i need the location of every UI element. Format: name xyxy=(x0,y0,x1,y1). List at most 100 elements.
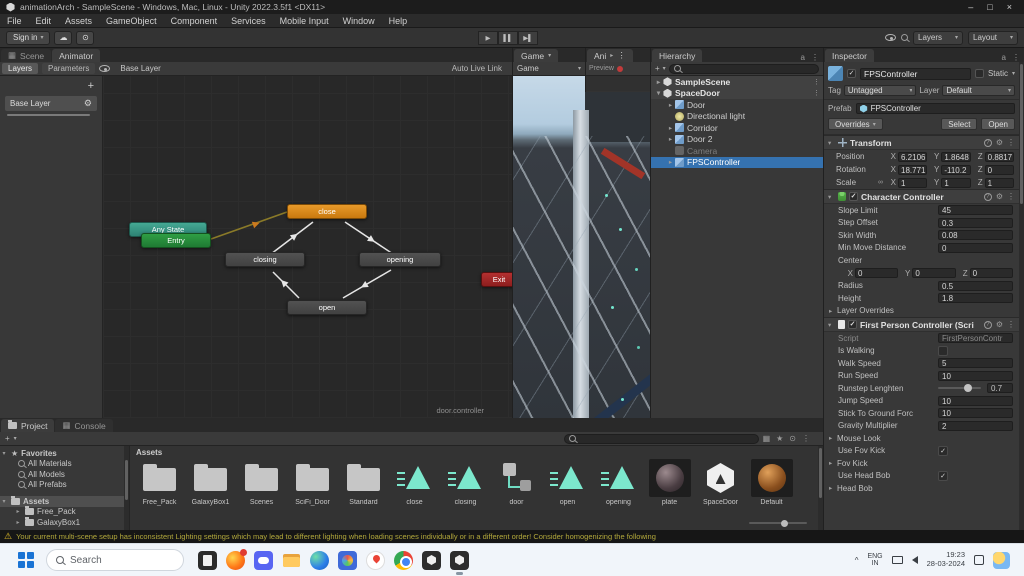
tab-scene[interactable]: ▦ Scene xyxy=(1,49,51,62)
menu-item[interactable]: GameObject xyxy=(99,14,164,27)
favorites-icon[interactable]: ★ xyxy=(776,434,783,443)
menu-kebab-icon[interactable]: ⋮ xyxy=(617,50,626,61)
menu-kebab-icon[interactable]: ⋮ xyxy=(802,434,810,443)
taskbar-app-icon[interactable] xyxy=(254,551,273,570)
asset-item[interactable]: Scenes xyxy=(238,459,285,506)
foldout-arrow-icon[interactable]: ▾ xyxy=(0,498,8,505)
favorites-item[interactable]: All Prefabs xyxy=(0,480,129,491)
inspector-property-row[interactable]: ▸ Use Head Bob ✓ ✓ xyxy=(824,470,1019,483)
start-button[interactable] xyxy=(18,552,34,568)
menu-item[interactable]: File xyxy=(0,14,29,27)
help-icon[interactable]: ? xyxy=(984,139,992,147)
tree-scrollbar[interactable] xyxy=(124,446,129,530)
record-icon[interactable] xyxy=(617,66,623,72)
inspector-property-row[interactable]: ▸ Step Offset 0.3 xyxy=(824,217,1019,230)
assets-root[interactable]: ▾ Assets xyxy=(0,496,129,507)
animator-state-node[interactable]: Entry xyxy=(141,233,211,248)
tab-inspector[interactable]: Inspector xyxy=(825,49,874,62)
maximize-button[interactable]: □ xyxy=(987,2,992,12)
taskbar-app-icon[interactable] xyxy=(394,551,413,570)
inspector-property-row[interactable]: ▸ Run Speed 10 10 xyxy=(824,370,1019,383)
inspector-property-row[interactable]: ▸ Runstep Lenghten 0.7 0.7 xyxy=(824,382,1019,395)
asset-item[interactable]: opening xyxy=(595,459,642,506)
taskbar-app-icon[interactable] xyxy=(422,551,441,570)
asset-item[interactable]: GalaxyBox1 xyxy=(187,459,234,506)
inspector-property-row[interactable]: ▸ Radius 0.5 xyxy=(824,280,1019,293)
services-button[interactable]: ⊙ xyxy=(76,31,94,45)
inspector-property-row[interactable]: ▸ Layer Overrides xyxy=(824,305,1019,318)
scene-options-icon[interactable]: ⋮ xyxy=(813,78,820,86)
inspector-property-row[interactable]: ▸ Height 1.8 xyxy=(824,292,1019,305)
inspector-property-row[interactable]: ▸ Mouse Look xyxy=(824,432,1019,445)
property-value-field[interactable]: 0.3 xyxy=(938,218,1013,228)
favorites-item[interactable]: All Materials xyxy=(0,459,129,470)
property-value-field[interactable] xyxy=(938,346,948,356)
property-value-field[interactable]: ✓ xyxy=(938,446,948,456)
property-value-field[interactable]: 10 xyxy=(938,371,1013,381)
animator-state-node[interactable]: Exit xyxy=(481,272,512,287)
foldout-arrow-icon[interactable]: ▸ xyxy=(666,158,675,166)
scrollbar-thumb[interactable] xyxy=(125,460,128,500)
lock-icon[interactable]: a xyxy=(1002,53,1006,62)
menu-item[interactable]: Help xyxy=(382,14,415,27)
menu-item[interactable]: Component xyxy=(164,14,225,27)
hierarchy-row[interactable]: ▾ SpaceDoor ⋮ xyxy=(651,88,823,100)
foldout-arrow-icon[interactable]: ▸ xyxy=(14,519,22,526)
prefab-object-field[interactable]: FPSController xyxy=(856,103,1015,114)
display-dropdown[interactable]: Game xyxy=(517,64,539,73)
menu-kebab-icon[interactable]: ⋮ xyxy=(1007,192,1015,201)
taskbar-app-icon[interactable] xyxy=(338,551,357,570)
layers-dropdown[interactable]: Layers ▾ xyxy=(913,31,963,45)
package-visibility-icon[interactable]: ▦ xyxy=(763,434,771,443)
x-field[interactable]: 6.2106 xyxy=(898,152,927,162)
inspector-property-row[interactable]: ▸ Stick To Ground Forc 10 10 xyxy=(824,407,1019,420)
inspector-property-row[interactable]: ▸ Fov Kick xyxy=(824,457,1019,470)
presets-icon[interactable]: ⚙ xyxy=(996,320,1003,329)
y-field[interactable]: 1 xyxy=(941,178,970,188)
slider-track[interactable] xyxy=(938,387,981,389)
hierarchy-row[interactable]: Camera ⋮ xyxy=(651,145,823,157)
asset-item[interactable]: plate xyxy=(646,459,693,506)
hierarchy-row[interactable]: ▸ Corridor ⋮ xyxy=(651,122,823,134)
speaker-icon[interactable] xyxy=(912,556,918,564)
breadcrumb[interactable]: Base Layer xyxy=(120,64,160,73)
weather-widget-icon[interactable] xyxy=(993,552,1010,569)
inspector-property-row[interactable]: ▸ Is Walking xyxy=(824,345,1019,358)
foldout-arrow-icon[interactable]: ▾ xyxy=(828,321,835,329)
z-field[interactable]: 0.8817 xyxy=(985,152,1014,162)
property-value-field[interactable]: 0.5 xyxy=(938,281,1013,291)
center-z-field[interactable]: 0 xyxy=(970,268,1013,278)
character-controller-header[interactable]: ▾ ✓ Character Controller ? ⚙ ⋮ xyxy=(824,189,1019,204)
layer-dropdown[interactable]: Default ▾ xyxy=(942,85,1015,96)
search-icon[interactable] xyxy=(901,34,908,41)
create-button[interactable]: + xyxy=(655,64,660,73)
property-value-field[interactable]: ✓ xyxy=(938,471,948,481)
foldout-arrow-icon[interactable]: ▾ xyxy=(0,450,8,457)
hierarchy-row[interactable]: ▸ Door ⋮ xyxy=(651,99,823,111)
tab-project[interactable]: Project xyxy=(1,419,54,432)
add-layer-button[interactable]: + xyxy=(88,80,94,92)
x-field[interactable]: 18.771 xyxy=(898,165,927,175)
inspector-property-row[interactable]: ▸ Walk Speed 5 5 xyxy=(824,357,1019,370)
scrollbar-thumb[interactable] xyxy=(819,448,822,498)
preview-toggle[interactable]: Preview xyxy=(589,65,614,72)
parameters-subtab[interactable]: Parameters xyxy=(42,63,95,74)
inspector-property-row[interactable]: ▸ Use Fov Kick ✓ ✓ xyxy=(824,445,1019,458)
sign-in-button[interactable]: Sign in ▾ xyxy=(6,31,50,45)
menu-item[interactable]: Mobile Input xyxy=(273,14,336,27)
property-value-field[interactable]: 1.8 xyxy=(938,293,1013,303)
favorites-item[interactable]: All Models xyxy=(0,469,129,480)
asset-item[interactable]: Free_Pack xyxy=(136,459,183,506)
taskbar-app-icon[interactable] xyxy=(226,551,245,570)
gameobject-name-field[interactable]: FPSController xyxy=(860,68,971,80)
property-value-field[interactable]: 5 xyxy=(938,358,1013,368)
inspector-property-row[interactable]: ▸ Slope Limit 45 xyxy=(824,204,1019,217)
animator-state-node[interactable]: opening xyxy=(359,252,441,267)
favorites-root[interactable]: ▾ ★ Favorites xyxy=(0,448,129,459)
presets-icon[interactable]: ⚙ xyxy=(996,138,1003,147)
scrollbar-thumb[interactable] xyxy=(1020,64,1023,204)
tree-folder-item[interactable]: ▸ Free_Pack xyxy=(0,507,129,518)
y-field[interactable]: 1.8648 xyxy=(941,152,970,162)
visibility-icon[interactable] xyxy=(885,34,896,41)
inspector-property-row[interactable]: ▸ Gravity Multiplier 2 2 xyxy=(824,420,1019,433)
